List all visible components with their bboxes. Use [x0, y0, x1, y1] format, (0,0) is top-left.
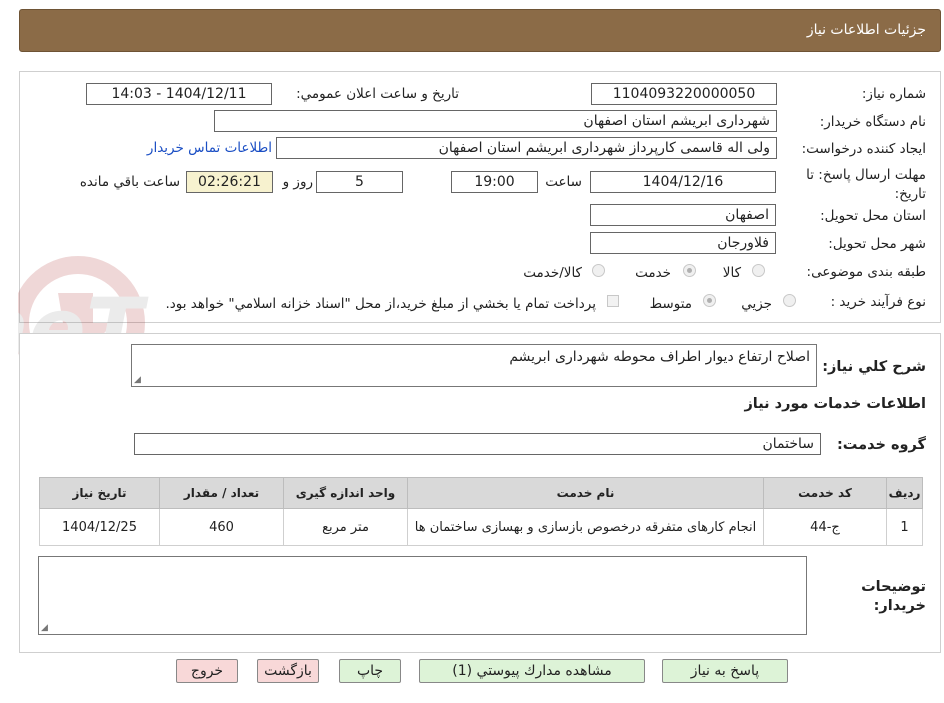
- print-button[interactable]: چاپ: [339, 659, 401, 683]
- deadline-label: مهلت ارسال پاسخ: تا تاريخ:: [806, 167, 926, 202]
- category-option-service: خدمت: [635, 265, 671, 281]
- category-radio-goods[interactable]: [752, 264, 765, 277]
- view-attachments-button[interactable]: مشاهده مدارك پيوستي (1): [419, 659, 645, 683]
- category-radio-service[interactable]: [683, 264, 696, 277]
- need-number-field: 1104093220000050: [591, 83, 777, 105]
- province-field: اصفهان: [590, 204, 776, 226]
- process-radio-medium[interactable]: [703, 294, 716, 307]
- description-textarea[interactable]: اصلاح ارتفاع دیوار اطراف محوطه شهرداری ا…: [131, 344, 817, 387]
- page-title: جزئيات اطلاعات نياز: [806, 22, 926, 38]
- category-radio-goods-service[interactable]: [592, 264, 605, 277]
- process-option-medium: متوسط: [649, 296, 692, 312]
- services-heading: اطلاعات خدمات مورد نياز: [744, 396, 926, 412]
- resize-grip-icon[interactable]: ◢: [134, 375, 141, 385]
- buyer-org-field: شهرداری ابریشم استان اصفهان: [214, 110, 777, 132]
- cell-row-number: 1: [886, 508, 923, 546]
- process-label: نوع فرآيند خريد :: [830, 294, 926, 310]
- payment-note: پرداخت تمام يا بخشي از مبلغ خريد،از محل …: [165, 296, 596, 312]
- process-radio-minor[interactable]: [783, 294, 796, 307]
- city-label: شهر محل تحويل:: [828, 236, 926, 252]
- col-header-need-date: تاريخ نياز: [39, 477, 160, 509]
- treasury-payment-checkbox[interactable]: [607, 295, 619, 307]
- category-option-goods: كالا: [722, 265, 741, 281]
- cell-need-date: 1404/12/25: [39, 508, 160, 546]
- remaining-time-label: ساعت باقي مانده: [79, 174, 180, 190]
- table-row: 1 ج-44 انجام کارهای متفرقه درخصوص بازساز…: [39, 508, 923, 546]
- days-label: روز و: [282, 174, 313, 190]
- announce-field: 1404/12/11 - 14:03: [86, 83, 272, 105]
- requester-label: ايجاد كننده درخواست:: [801, 141, 926, 157]
- cell-quantity: 460: [159, 508, 284, 546]
- province-label: استان محل تحويل:: [820, 208, 926, 224]
- announce-label: تاريخ و ساعت اعلان عمومي:: [296, 86, 459, 102]
- description-text: اصلاح ارتفاع دیوار اطراف محوطه شهرداری ا…: [509, 349, 810, 365]
- page-header: جزئيات اطلاعات نياز: [19, 9, 941, 52]
- need-number-label: شماره نياز:: [861, 86, 926, 102]
- services-table: رديف كد خدمت نام خدمت واحد اندازه گيری ت…: [39, 477, 923, 546]
- description-label: شرح كلي نياز:: [822, 359, 926, 375]
- exit-button[interactable]: خروج: [176, 659, 238, 683]
- buyer-contact-link[interactable]: اطلاعات تماس خريدار: [147, 140, 272, 156]
- service-group-field: ساختمان: [134, 433, 821, 455]
- service-group-label: گروه خدمت:: [836, 437, 926, 453]
- reply-button[interactable]: پاسخ به نياز: [662, 659, 788, 683]
- table-header-row: رديف كد خدمت نام خدمت واحد اندازه گيری ت…: [39, 477, 923, 509]
- col-header-service-code: كد خدمت: [763, 477, 887, 509]
- category-option-goods-service: كالا/خدمت: [523, 265, 582, 281]
- buyer-org-label: نام دستگاه خريدار:: [819, 114, 926, 130]
- deadline-time-field: 19:00: [451, 171, 538, 193]
- buyer-notes-textarea[interactable]: ◢: [38, 556, 807, 635]
- resize-grip-icon[interactable]: ◢: [41, 623, 48, 633]
- back-button[interactable]: بازگشت: [257, 659, 319, 683]
- deadline-time-label: ساعت: [545, 174, 582, 190]
- col-header-service-name: نام خدمت: [407, 477, 764, 509]
- cell-service-code: ج-44: [763, 508, 887, 546]
- deadline-date-field: 1404/12/16: [590, 171, 776, 193]
- col-header-unit: واحد اندازه گيری: [283, 477, 408, 509]
- buyer-notes-label: توضيحات خريدار:: [861, 579, 926, 614]
- remaining-time-field: 02:26:21: [186, 171, 273, 193]
- cell-service-name: انجام کارهای متفرقه درخصوص بازسازی و بهس…: [407, 508, 764, 546]
- category-label: طبقه بندی موضوعی:: [806, 264, 926, 280]
- col-header-row-number: رديف: [886, 477, 923, 509]
- process-option-minor: جزيي: [741, 296, 772, 312]
- requester-field: ولی اله قاسمی کارپرداز شهرداری ابریشم اس…: [276, 137, 777, 159]
- cell-unit: متر مربع: [283, 508, 408, 546]
- city-field: فلاورجان: [590, 232, 776, 254]
- days-field: 5: [316, 171, 403, 193]
- col-header-quantity: تعداد / مقدار: [159, 477, 284, 509]
